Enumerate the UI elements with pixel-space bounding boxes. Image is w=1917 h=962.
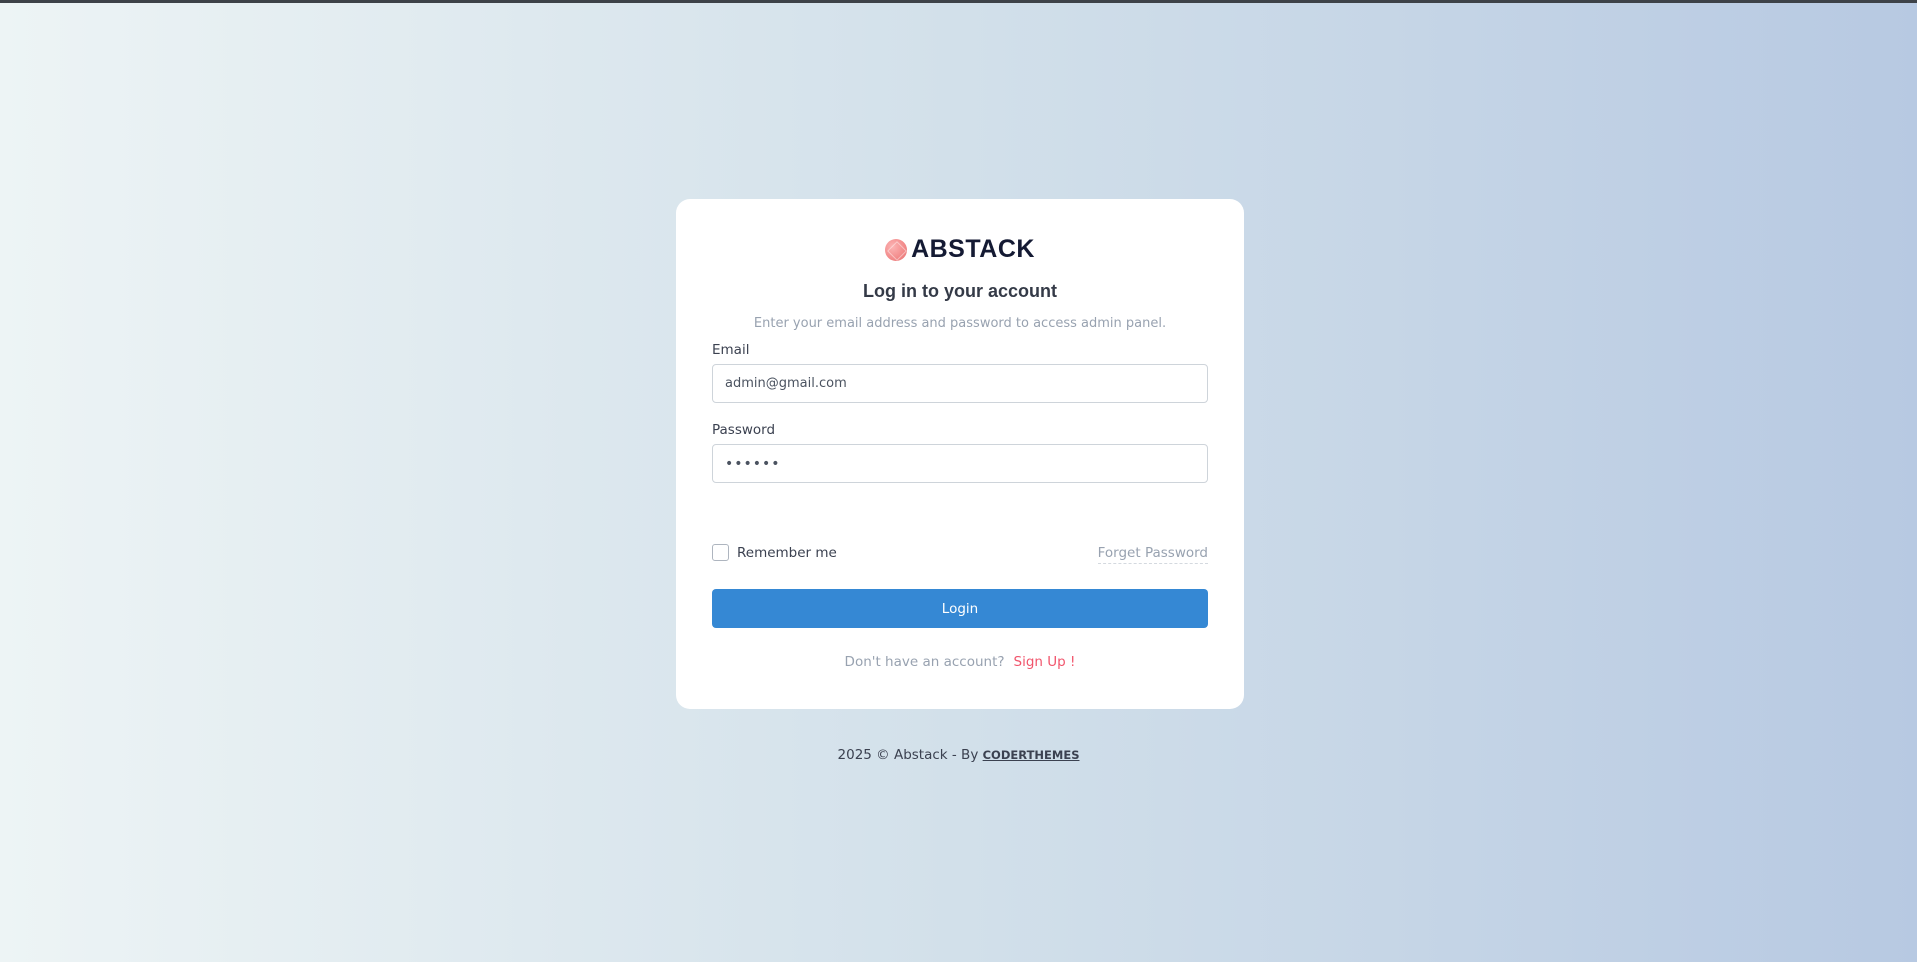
remember-me[interactable]: Remember me [712,544,837,561]
footer: 2025 © Abstack - By CODERTHEMES [0,747,1917,763]
signup-question: Don't have an account? [844,654,1005,670]
signup-prompt: Don't have an account? Sign Up ! [676,654,1244,670]
gem-icon [885,238,908,261]
page-title: Log in to your account [863,281,1057,301]
login-card: ABSTACK Log in to your account Enter you… [676,199,1244,709]
password-label: Password [712,422,776,438]
email-field[interactable]: admin@gmail.com [712,364,1208,403]
forget-password-link[interactable]: Forget Password [1097,545,1208,564]
brand-name: ABSTACK [911,235,1035,263]
login-button[interactable]: Login [712,589,1208,628]
password-field[interactable]: •••••• [712,444,1208,483]
email-label: Email [712,342,750,358]
signup-link[interactable]: Sign Up ! [1014,654,1076,670]
brand: ABSTACK [676,235,1244,264]
window-top-border [0,0,1917,3]
footer-link[interactable]: CODERTHEMES [983,748,1080,762]
remember-checkbox[interactable] [712,544,729,561]
password-value: •••••• [725,455,781,472]
email-value: admin@gmail.com [725,376,847,391]
footer-text: 2025 © Abstack - By [837,747,979,763]
page-subtitle: Enter your email address and password to… [753,316,1167,331]
remember-label: Remember me [737,544,837,561]
